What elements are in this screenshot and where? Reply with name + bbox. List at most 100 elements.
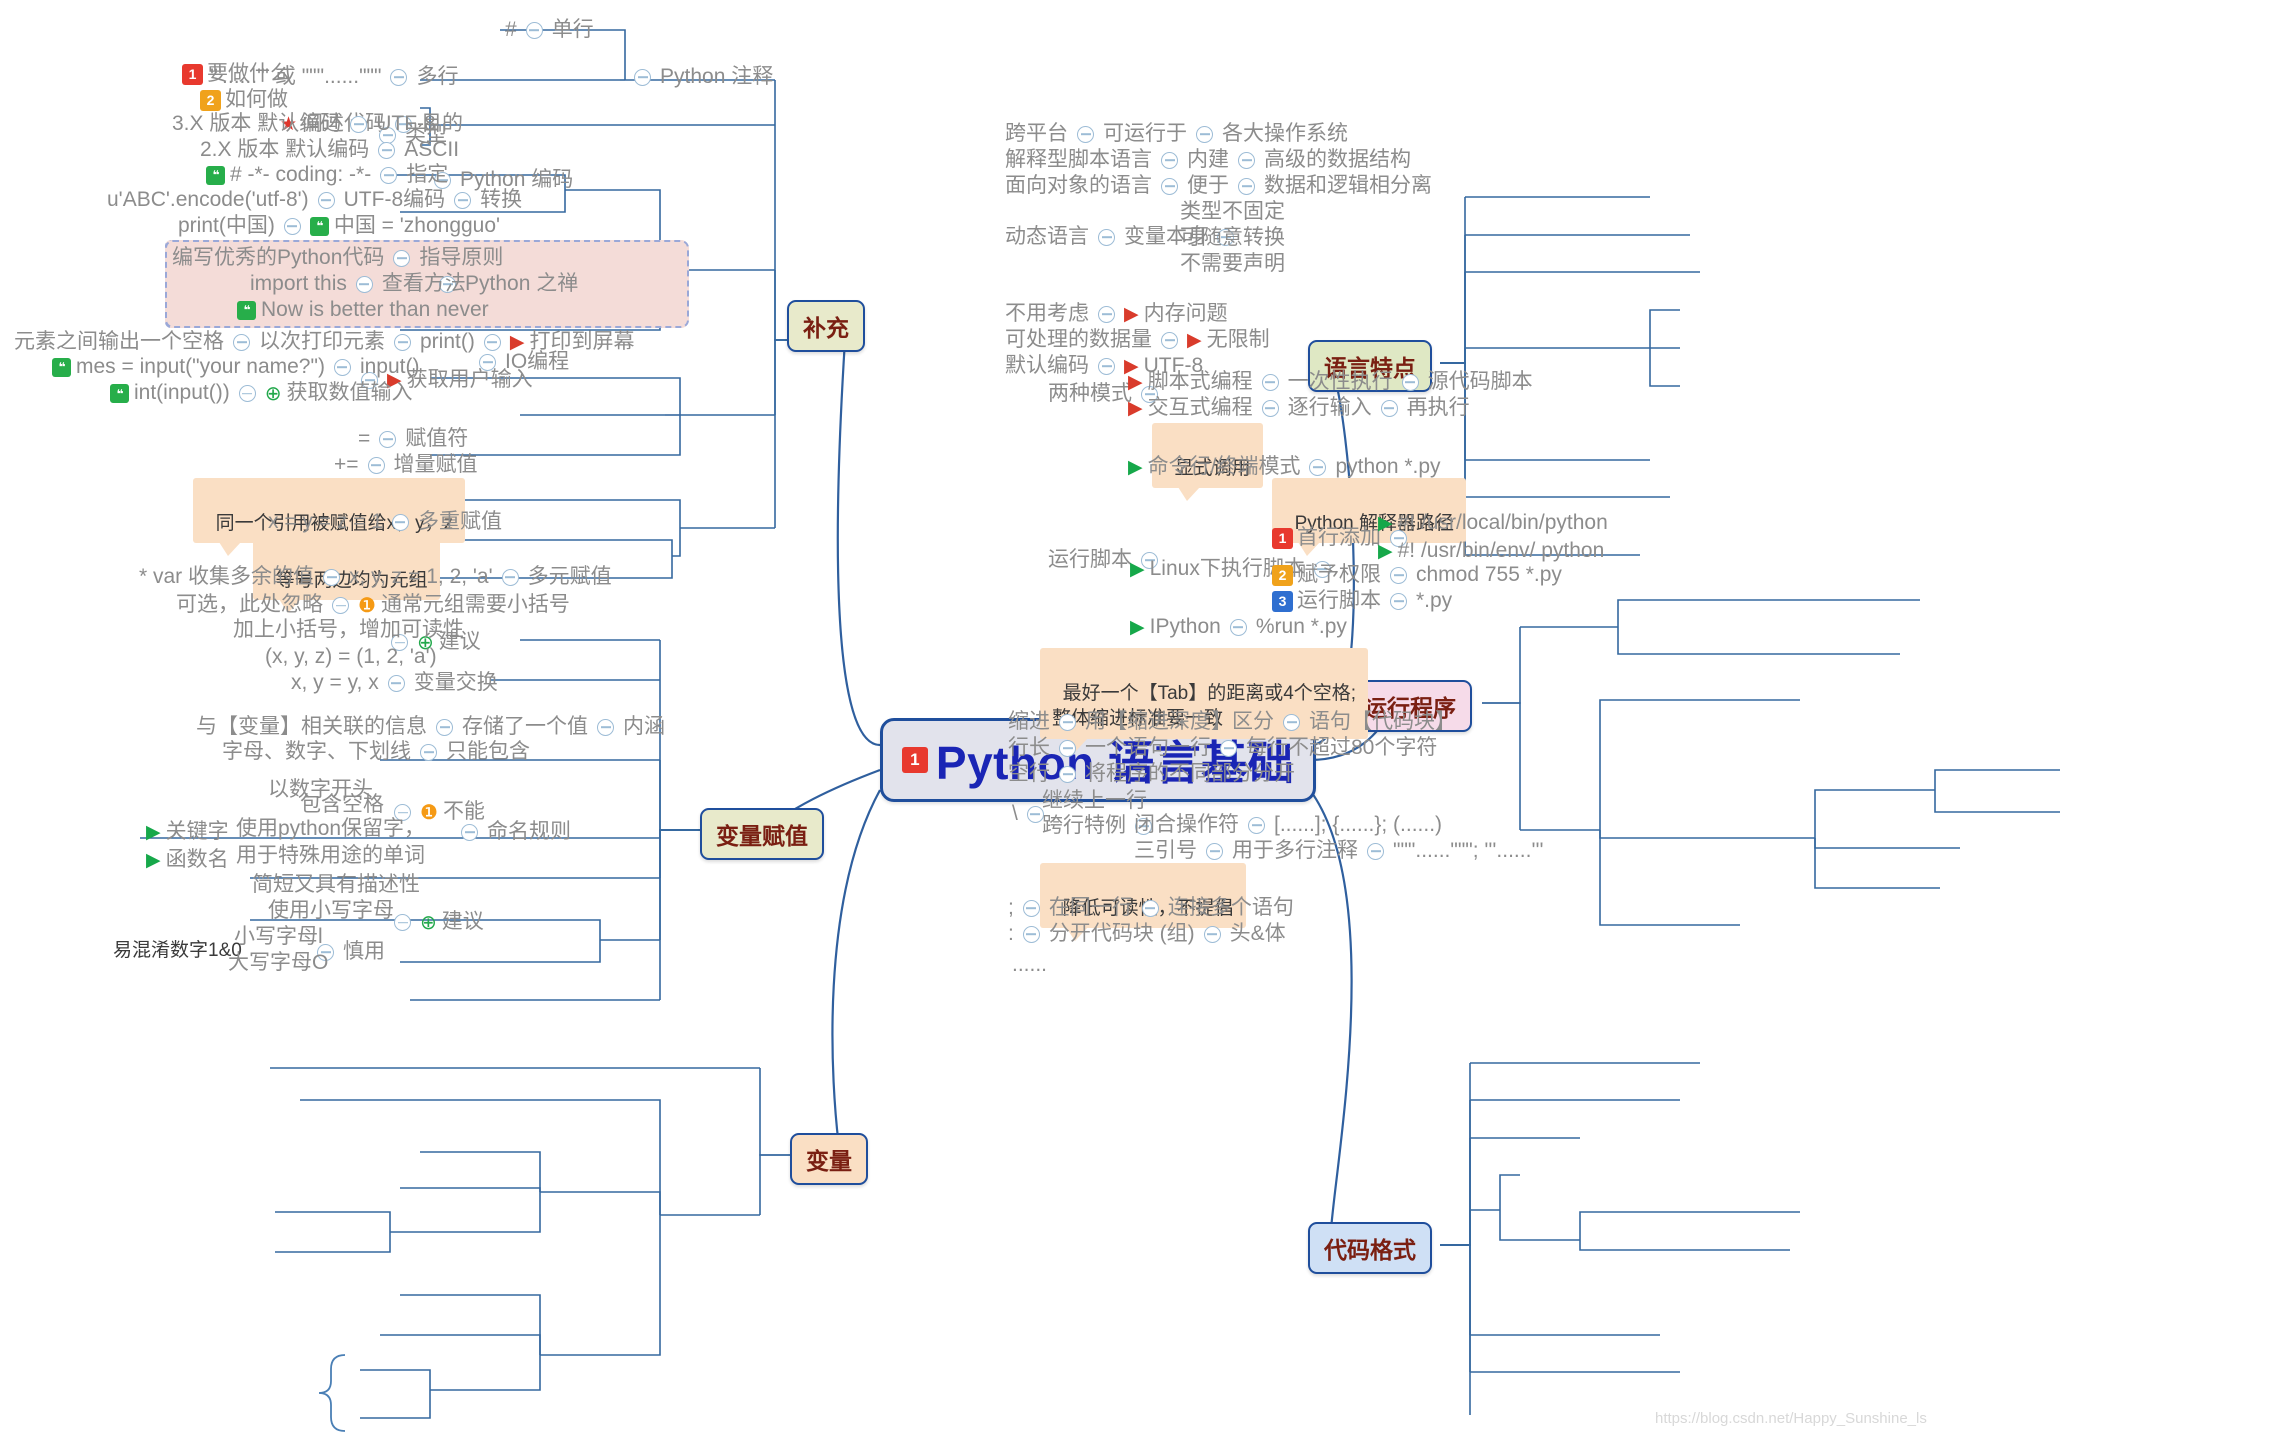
node-feature-memory[interactable]: 不用考虑 ▶ 内存问题 <box>1005 302 1228 326</box>
collapse-icon[interactable] <box>1098 228 1115 246</box>
node-dynamic-item-2[interactable]: 可随意转换 <box>1180 226 1285 250</box>
collapse-icon[interactable] <box>1238 151 1255 169</box>
collapse-icon[interactable] <box>1206 842 1223 860</box>
collapse-icon[interactable] <box>1161 331 1178 349</box>
collapse-icon[interactable] <box>525 21 543 39</box>
node-naming-contain[interactable]: 字母、数字、下划线 只能包含 <box>222 740 530 764</box>
node-format-linelen[interactable]: 行长 一个语句一行 每行不超过80个字符 <box>1008 736 1437 760</box>
collapse-icon[interactable] <box>1022 925 1040 943</box>
collapse-icon[interactable] <box>391 513 409 531</box>
node-backslash-continue[interactable]: 继续上一行 <box>1042 789 1147 813</box>
collapse-icon[interactable] <box>1098 357 1115 375</box>
node-comment-single[interactable]: # 单行 <box>505 18 594 42</box>
collapse-icon[interactable] <box>394 914 411 931</box>
node-purpose-how[interactable]: 2 如何做 <box>200 88 288 112</box>
collapse-icon[interactable] <box>1141 899 1159 917</box>
collapse-icon[interactable] <box>355 275 373 293</box>
topic-variable[interactable]: 变量 <box>790 1133 868 1185</box>
node-shebang-2[interactable]: ▶ #! /usr/bin/env/ python <box>1378 539 1604 563</box>
node-feature-crossplatform[interactable]: 跨平台 可运行于 各大操作系统 <box>1005 122 1348 146</box>
node-assign-swap[interactable]: x, y = y, x 变量交换 <box>291 671 498 695</box>
collapse-icon[interactable] <box>238 385 256 402</box>
node-zen-quote[interactable]: ❝ Now is better than never <box>237 298 489 322</box>
node-assign-chained[interactable]: x = y = z = 1 多重赋值 <box>268 510 502 534</box>
node-special-triplequote[interactable]: 三引号 用于多行注释 """......"""; '''......''' <box>1134 839 1543 863</box>
collapse-icon[interactable] <box>436 718 453 736</box>
node-assign-augmented[interactable]: += 增量赋值 <box>334 453 478 477</box>
collapse-icon[interactable] <box>393 249 411 267</box>
node-cmd-mode[interactable]: ▶ 命令行/终端模式 python *.py <box>1128 455 1441 479</box>
node-careful-upper-o[interactable]: 大写字母O <box>228 951 328 975</box>
collapse-icon[interactable] <box>1248 816 1265 834</box>
node-mode-interactive[interactable]: ▶ 交互式编程 逐行输入 再执行 <box>1128 396 1470 420</box>
collapse-icon[interactable] <box>1161 151 1178 169</box>
collapse-icon[interactable] <box>367 456 385 474</box>
node-feature-oop[interactable]: 面向对象的语言 便于 数据和逻辑相分离 <box>1005 174 1432 198</box>
collapse-icon[interactable] <box>323 568 341 586</box>
node-reserved-tag-funcname[interactable]: ▶ 函数名 <box>146 848 229 872</box>
node-dynamic-item-3[interactable]: 不需要声明 <box>1180 252 1285 276</box>
collapse-icon[interactable] <box>1309 458 1327 476</box>
collapse-icon[interactable] <box>501 568 519 586</box>
collapse-icon[interactable] <box>1059 739 1076 757</box>
node-encoding-specify[interactable]: ❝ # -*- coding: -*- 指定 <box>206 163 448 187</box>
node-feature-datasize[interactable]: 可处理的数据量 ▶ 无限制 <box>1005 328 1270 352</box>
node-zen-method[interactable]: import this 查看方法 <box>250 272 466 296</box>
collapse-icon[interactable] <box>461 823 478 841</box>
collapse-icon[interactable] <box>1229 618 1247 636</box>
collapse-icon[interactable] <box>483 333 501 351</box>
node-purpose-what[interactable]: 1 要做什么 <box>182 62 291 86</box>
collapse-icon[interactable] <box>394 333 411 351</box>
collapse-icon[interactable] <box>283 217 301 235</box>
node-advice-descriptive[interactable]: 简短又具有描述性 <box>252 873 420 897</box>
node-linux-step-2[interactable]: 2 赋予权限 chmod 755 *.py <box>1272 563 1562 587</box>
collapse-icon[interactable] <box>233 333 250 351</box>
node-zen-principle[interactable]: 编写优秀的Python代码 指导原则 <box>172 246 503 270</box>
node-careful-note[interactable]: 易混淆数字1&0 <box>113 940 242 962</box>
collapse-icon[interactable] <box>317 191 335 209</box>
node-assign-multiple[interactable]: * var 收集多余的值 x, y, z = 1, 2, 'a' 多元赋值 <box>139 565 612 589</box>
node-format-semicolon[interactable]: ; 在同一行 连接多个语句 <box>1008 896 1294 920</box>
node-assign-equals[interactable]: = 赋值符 <box>358 427 468 451</box>
collapse-icon[interactable] <box>1098 305 1115 323</box>
node-linux-step-3[interactable]: 3 运行脚本 *.py <box>1272 589 1452 613</box>
collapse-icon[interactable] <box>1022 899 1040 917</box>
node-naming-advice[interactable]: ⊕ 建议 <box>385 910 484 935</box>
node-encoding-example[interactable]: print(中国) ❝ 中国 = 'zhongguo' <box>178 214 500 238</box>
collapse-icon[interactable] <box>387 674 405 692</box>
topic-code-format[interactable]: 代码格式 <box>1308 1222 1432 1274</box>
collapse-icon[interactable] <box>350 115 368 133</box>
node-advice-paren-example[interactable]: (x, y, z) = (1, 2, 'a') <box>265 645 437 669</box>
collapse-icon[interactable] <box>1059 713 1076 731</box>
node-io-input-fn[interactable]: ❝ mes = input("your name?") input() <box>52 355 419 379</box>
node-special-closing[interactable]: 闭合操作符 [......]; {......}; (......) <box>1134 813 1442 837</box>
collapse-icon[interactable] <box>1261 373 1279 391</box>
collapse-icon[interactable] <box>390 68 408 86</box>
collapse-icon[interactable] <box>380 166 398 184</box>
node-encoding-2x[interactable]: 2.X 版本 默认编码 ASCII <box>200 138 459 162</box>
node-careful-lower-l[interactable]: 小写字母l <box>234 925 323 949</box>
collapse-icon[interactable] <box>597 718 614 736</box>
node-io-input-int[interactable]: ❝ int(input()) ⊕ 获取数值输入 <box>110 381 412 406</box>
collapse-icon[interactable] <box>1390 592 1407 610</box>
collapse-icon[interactable] <box>1380 399 1398 417</box>
node-format-indent[interactable]: 缩进 用【缩进深度】区分 语句【代码块】 <box>1008 710 1456 734</box>
collapse-icon[interactable] <box>379 430 397 448</box>
node-assign-optional-paren[interactable]: 可选，此处忽略 ❶ 通常元组需要小括号 <box>176 593 570 618</box>
collapse-icon[interactable] <box>1059 765 1076 783</box>
node-feature-interpreted[interactable]: 解释型脚本语言 内建 高级的数据结构 <box>1005 148 1411 172</box>
collapse-icon[interactable] <box>333 358 351 376</box>
collapse-icon[interactable] <box>1203 925 1221 943</box>
collapse-icon[interactable] <box>1401 373 1419 391</box>
topic-variable-assignment[interactable]: 变量赋值 <box>700 808 824 860</box>
collapse-icon[interactable] <box>1220 739 1237 757</box>
collapse-icon[interactable] <box>1161 177 1178 195</box>
collapse-icon[interactable] <box>1077 125 1094 143</box>
node-format-blank[interactable]: 空行 将程序的不同部分分开 <box>1008 762 1295 786</box>
collapse-icon[interactable] <box>1390 566 1407 584</box>
collapse-icon[interactable] <box>1196 125 1213 143</box>
node-dynamic-item-1[interactable]: 类型不固定 <box>1180 200 1285 224</box>
topic-supplement[interactable]: 补充 <box>787 300 865 352</box>
collapse-icon[interactable] <box>1283 713 1300 731</box>
node-encoding-convert[interactable]: u'ABC'.encode('utf-8') UTF-8编码 转换 <box>107 188 522 212</box>
